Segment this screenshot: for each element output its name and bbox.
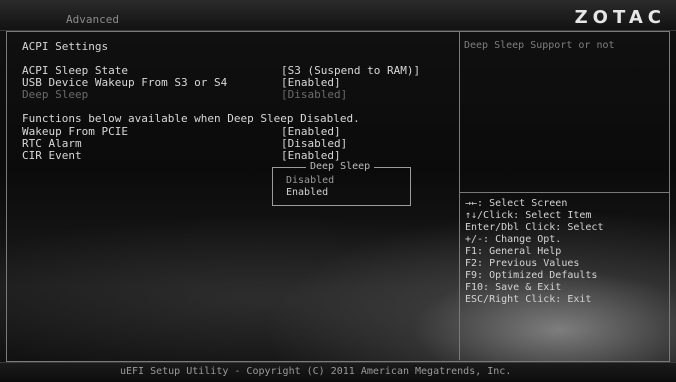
- legend-save-exit: F10: Save & Exit: [465, 282, 562, 293]
- legend-enter-select: Enter/Dbl Click: Select: [465, 222, 604, 233]
- setting-deep-sleep-value[interactable]: [Disabled]: [281, 88, 347, 101]
- setting-cir-event-label[interactable]: CIR Event: [22, 149, 82, 162]
- setting-deep-sleep-label[interactable]: Deep Sleep: [22, 88, 88, 101]
- page-title: ACPI Settings: [22, 40, 109, 53]
- legend-general-help: F1: General Help: [465, 246, 562, 257]
- tab-advanced[interactable]: Advanced: [66, 13, 119, 26]
- bios-screen: Advanced ZOTAC ACPI Settings ACPI Sleep …: [0, 0, 676, 382]
- popup-option-enabled[interactable]: Enabled: [286, 187, 328, 198]
- panel-divider-horizontal: [459, 192, 669, 193]
- legend-select-item: ↑↓/Click: Select Item: [465, 210, 592, 221]
- footer-copyright: uEFI Setup Utility - Copyright (C) 2011 …: [120, 366, 512, 377]
- legend-previous-values: F2: Previous Values: [465, 258, 580, 269]
- legend-select-screen: →←: Select Screen: [465, 198, 568, 209]
- help-text: Deep Sleep Support or not: [464, 40, 615, 51]
- key-legend: →←: Select Screen ↑↓/Click: Select Item …: [465, 198, 603, 306]
- brand-logo: ZOTAC: [574, 7, 666, 28]
- popup-title: Deep Sleep: [306, 161, 375, 172]
- panel-divider-vertical: [459, 31, 460, 360]
- legend-optimized-defaults: F9: Optimized Defaults: [465, 270, 598, 281]
- legend-exit: ESC/Right Click: Exit: [465, 294, 592, 305]
- top-bar: Advanced ZOTAC: [0, 0, 676, 31]
- popup-option-disabled[interactable]: Disabled: [286, 175, 334, 186]
- legend-change-opt: +/-: Change Opt.: [465, 234, 562, 245]
- deep-sleep-note: Functions below available when Deep Slee…: [22, 112, 360, 125]
